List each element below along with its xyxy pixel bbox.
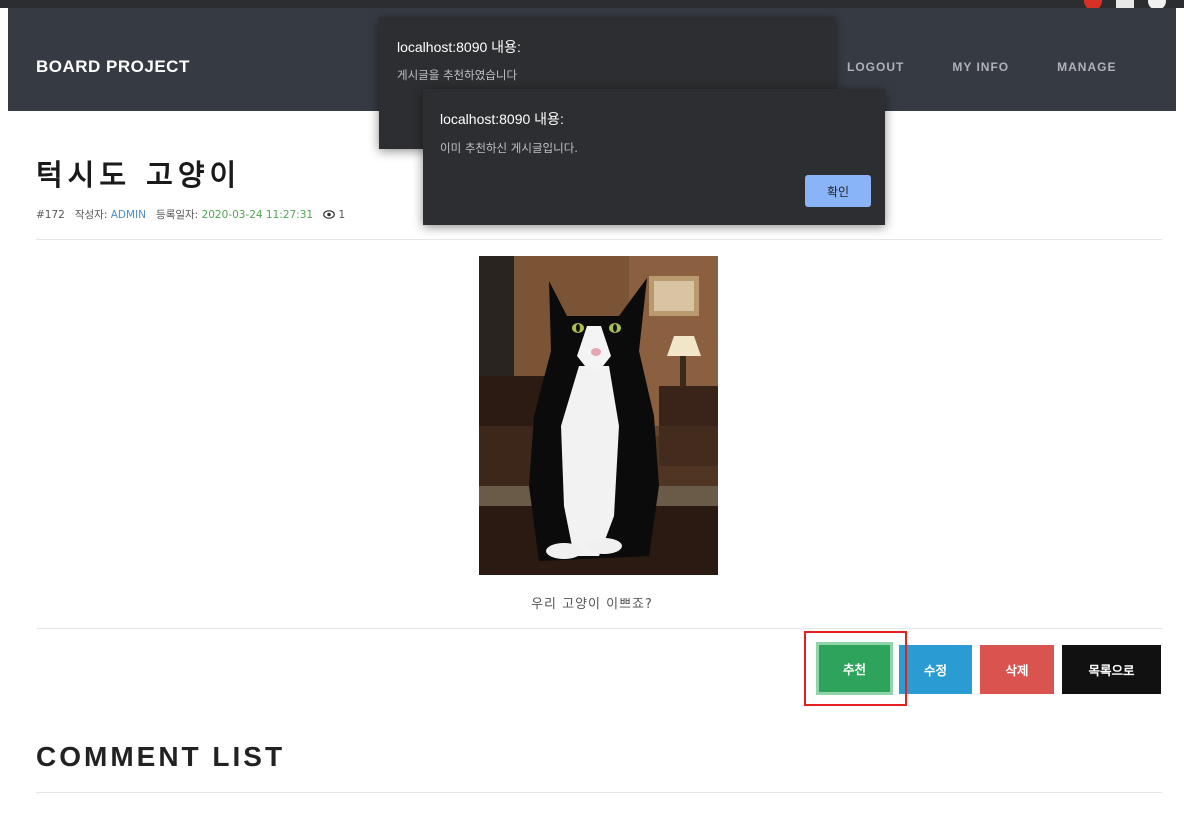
dialog-title: localhost:8090 내용:	[440, 111, 564, 127]
image-caption: 우리 고양이 이쁘죠?	[531, 597, 653, 612]
view-count: 1	[338, 209, 346, 221]
post-title: 턱시도 고양이	[36, 158, 242, 192]
nav-logout-link[interactable]: LOGOUT	[847, 60, 904, 74]
divider	[36, 792, 1162, 793]
delete-button[interactable]: 삭제	[980, 645, 1054, 694]
dialog-message: 이미 추천하신 게시글입니다.	[440, 141, 578, 155]
brand-logo[interactable]: BOARD PROJECT	[36, 57, 190, 77]
nav-my-info-link[interactable]: MY INFO	[952, 60, 1009, 74]
divider	[36, 239, 1162, 240]
post-meta: #172 작성자: ADMIN 등록일자: 2020-03-24 11:27:3…	[36, 207, 345, 222]
date-label: 등록일자:	[156, 209, 199, 221]
divider	[36, 628, 1162, 629]
dialog-title: localhost:8090 내용:	[397, 39, 521, 55]
back-to-list-button[interactable]: 목록으로	[1062, 645, 1161, 694]
post-author: ADMIN	[110, 209, 147, 221]
post-image-tuxedo-cat	[479, 256, 718, 575]
recommend-highlight-box	[804, 631, 907, 706]
edit-button[interactable]: 수정	[899, 645, 972, 694]
dialog-message: 게시글을 추천하였습니다	[397, 68, 518, 82]
comment-list-title: COMMENT LIST	[36, 741, 286, 772]
nav-links: LOGOUT MY INFO MANAGE	[847, 60, 1164, 74]
alert-dialog-already-recommended: localhost:8090 내용: 이미 추천하신 게시글입니다. 확인	[423, 89, 885, 225]
browser-chrome-strip	[0, 0, 1184, 10]
post-number: #172	[36, 209, 65, 221]
eye-icon	[323, 209, 338, 221]
dialog-ok-button[interactable]: 확인	[805, 175, 871, 207]
nav-manage-link[interactable]: MANAGE	[1057, 60, 1116, 74]
post-date: 2020-03-24 11:27:31	[201, 209, 314, 221]
author-label: 작성자:	[74, 209, 108, 221]
